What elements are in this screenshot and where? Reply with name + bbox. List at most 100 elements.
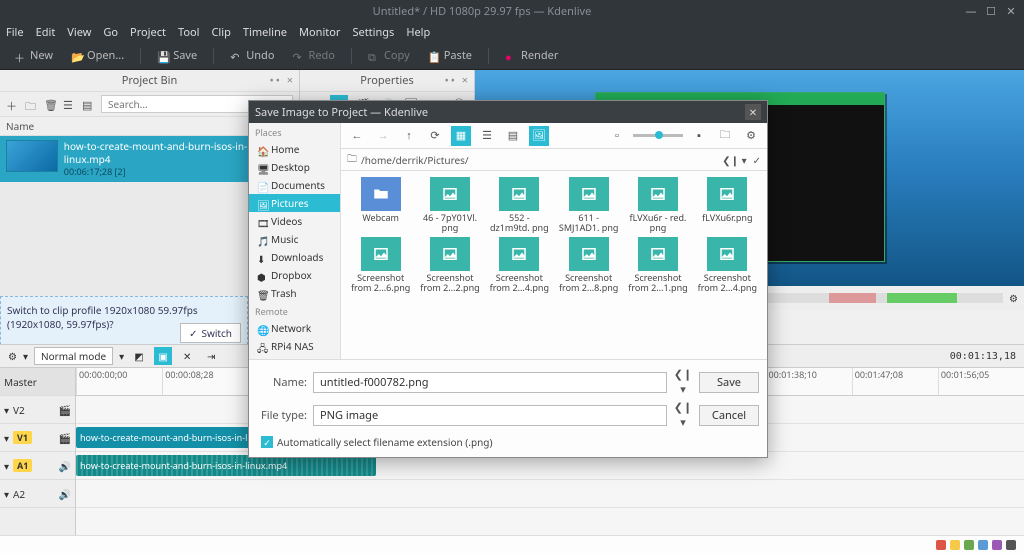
new-folder-dialog-icon[interactable]: 🗀 [715, 126, 735, 146]
menu-clip[interactable]: Clip [211, 25, 230, 40]
place-rpi4[interactable]: 🖧RPi4 NAS [249, 337, 340, 355]
view-list-icon[interactable]: ☰ [477, 126, 497, 146]
menu-help[interactable]: Help [406, 25, 430, 40]
razor-tool[interactable]: ✕ [178, 347, 196, 365]
timeline-clip-audio[interactable]: how-to-create-mount-and-burn-isos-in-lin… [76, 455, 376, 476]
file-item[interactable]: 611 - SMJ1AD1. png [555, 177, 622, 233]
place-pictures[interactable]: 🖼Pictures [249, 194, 340, 212]
dropdown-icon[interactable]: ▾ [119, 349, 124, 363]
options-icon[interactable]: ⚙ [1009, 291, 1018, 305]
switch-button[interactable]: ✓ Switch [180, 323, 241, 343]
track-header-a2[interactable]: ▾ A2 🔊 [0, 480, 75, 508]
name-history-icon[interactable]: ❮❙ ▾ [673, 367, 693, 397]
place-music[interactable]: 🎵Music [249, 230, 340, 248]
close-icon[interactable]: ✕ [1004, 4, 1018, 18]
chevron-down-icon[interactable]: ▾ [23, 349, 28, 363]
auto-extension-checkbox[interactable]: ✓ Automatically select filename extensio… [257, 433, 759, 453]
menu-monitor[interactable]: Monitor [299, 25, 340, 40]
status-dot-green[interactable] [964, 540, 974, 550]
back-icon[interactable]: ← [347, 126, 367, 146]
dialog-close-icon[interactable]: ✕ [745, 104, 761, 120]
cancel-button[interactable]: Cancel [699, 405, 759, 426]
view-icons-icon[interactable]: ▦ [451, 126, 471, 146]
place-network[interactable]: 🌐Network [249, 319, 340, 337]
track-header-v1[interactable]: ▾ V1 🎬 [0, 424, 75, 452]
save-button[interactable]: 💾Save [151, 46, 203, 65]
menu-tool[interactable]: Tool [178, 25, 200, 40]
icon-size-slider[interactable] [633, 134, 683, 137]
menu-edit[interactable]: Edit [36, 25, 56, 40]
new-folder-icon[interactable]: 🗀 [25, 98, 38, 111]
maximize-icon[interactable]: ☐ [984, 4, 998, 18]
master-track-header[interactable]: Master [0, 368, 75, 396]
forward-icon[interactable]: → [373, 126, 393, 146]
settings-dialog-icon[interactable]: ⚙ [741, 126, 761, 146]
spacer-tool[interactable]: ⇥ [202, 347, 220, 365]
menu-timeline[interactable]: Timeline [243, 25, 287, 40]
file-item[interactable]: Screenshot from 2...4.png [694, 237, 761, 293]
edit-mode-combo[interactable]: Normal mode [34, 347, 113, 365]
minimize-icon[interactable]: — [964, 4, 978, 18]
place-home[interactable]: 🏠Home [249, 140, 340, 158]
reload-icon[interactable]: ⟳ [425, 126, 445, 146]
add-clip-icon[interactable]: ＋▾ [6, 98, 19, 111]
file-item[interactable]: Screenshot from 2...2.png [416, 237, 483, 293]
file-item[interactable]: fLVXu6r - red. png [624, 177, 691, 233]
menu-go[interactable]: Go [103, 25, 118, 40]
gear-icon[interactable]: ⚙ [8, 349, 17, 363]
filetype-combo[interactable]: PNG image [313, 405, 667, 426]
status-dot-gray[interactable] [1006, 540, 1016, 550]
file-item[interactable]: Screenshot from 2...6.png [347, 237, 414, 293]
up-icon[interactable]: ↑ [399, 126, 419, 146]
folder-item[interactable]: Webcam [347, 177, 414, 233]
undo-button[interactable]: ↶Undo [224, 46, 280, 65]
tag-icon[interactable]: ☰ [63, 98, 76, 111]
file-item[interactable]: 552 - dz1m9td. png [486, 177, 553, 233]
save-file-button[interactable]: Save [699, 372, 759, 393]
menu-file[interactable]: File [6, 25, 24, 40]
list-icon[interactable]: ▤ [82, 98, 95, 111]
accept-path-icon[interactable]: ✓ [753, 153, 761, 167]
timeline-timecode[interactable]: 00:01:13,18 [950, 351, 1016, 362]
status-dot-yellow[interactable] [950, 540, 960, 550]
place-videos[interactable]: 🎞Videos [249, 212, 340, 230]
track-header-a1[interactable]: ▾ A1 🔊 [0, 452, 75, 480]
copy-button[interactable]: ⧉Copy [362, 46, 416, 65]
place-downloads[interactable]: ⬇Downloads [249, 248, 340, 266]
status-dot-purple[interactable] [992, 540, 1002, 550]
filetype-history-icon[interactable]: ❮❙ ▾ [673, 400, 693, 430]
paste-button[interactable]: 📋Paste [422, 46, 478, 65]
track-header-v2[interactable]: ▾ V2 🎬 [0, 396, 75, 424]
menu-settings[interactable]: Settings [352, 25, 394, 40]
zoom-in-dialog-icon[interactable]: ▪ [689, 126, 709, 146]
bookmark-icon[interactable]: ❮❙ ▾ [722, 153, 746, 167]
track-compositing-icon[interactable]: ◩ [130, 347, 148, 365]
file-item[interactable]: Screenshot from 2...8.png [555, 237, 622, 293]
select-tool[interactable]: ▣ [154, 347, 172, 365]
dialog-titlebar[interactable]: Save Image to Project — Kdenlive ✕ [249, 101, 767, 123]
redo-button[interactable]: ↷Redo [286, 46, 340, 65]
place-dropbox[interactable]: ⬢Dropbox [249, 266, 340, 284]
path-bar[interactable]: 🗀 /home/derrik/Pictures/ ❮❙ ▾ ✓ [341, 149, 767, 171]
place-trash[interactable]: 🗑Trash [249, 284, 340, 302]
file-item[interactable]: 46 - 7pY01Vl. png [416, 177, 483, 233]
status-dot-blue[interactable] [978, 540, 988, 550]
filename-input[interactable]: untitled-f000782.png [313, 372, 667, 393]
zoom-out-dialog-icon[interactable]: ▫ [607, 126, 627, 146]
open-button[interactable]: 📂Open... [65, 46, 130, 65]
track-a2[interactable] [76, 480, 1024, 508]
place-desktop[interactable]: 🖥Desktop [249, 158, 340, 176]
menu-view[interactable]: View [67, 25, 91, 40]
new-button[interactable]: ＋New [8, 46, 59, 65]
window-titlebar: Untitled* / HD 1080p 29.97 fps — Kdenliv… [0, 0, 1024, 22]
preview-icon[interactable]: 🖼 [529, 126, 549, 146]
view-detail-icon[interactable]: ▤ [503, 126, 523, 146]
render-button[interactable]: ●Render [499, 46, 564, 65]
status-dot-red[interactable] [936, 540, 946, 550]
place-documents[interactable]: 📄Documents [249, 176, 340, 194]
menu-project[interactable]: Project [130, 25, 166, 40]
file-item[interactable]: fLVXu6r.png [694, 177, 761, 233]
file-item[interactable]: Screenshot from 2...1.png [624, 237, 691, 293]
delete-icon[interactable]: 🗑 [44, 98, 57, 111]
file-item[interactable]: Screenshot from 2...4.png [486, 237, 553, 293]
